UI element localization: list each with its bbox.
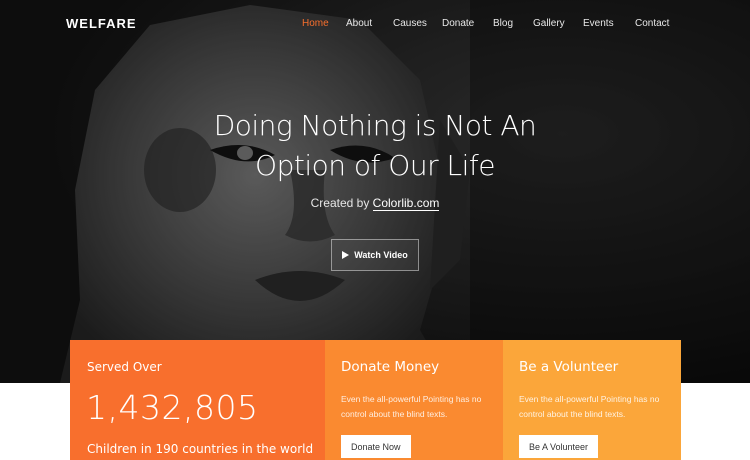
- be-a-volunteer-button[interactable]: Be A Volunteer: [519, 435, 599, 458]
- nav-causes[interactable]: Causes: [393, 18, 442, 29]
- watch-video-button[interactable]: Watch Video: [331, 239, 419, 271]
- hero-subtitle: Created by Colorlib.com: [200, 196, 550, 211]
- watch-video-label: Watch Video: [354, 250, 408, 260]
- stats-footnote: Children in 190 countries in the world: [87, 442, 314, 456]
- hero-title-line-2: Option of Our Life: [255, 149, 495, 182]
- hero-subtitle-prefix: Created by: [310, 196, 373, 210]
- donate-text: Even the all-powerful Pointing has no co…: [341, 394, 482, 419]
- volunteer-title: Be a Volunteer: [519, 359, 619, 375]
- hero-overlay: [0, 0, 750, 383]
- volunteer-text: Even the all-powerful Pointing has no co…: [519, 394, 660, 419]
- stats-card: Served Over 1,432,805 Children in 190 co…: [70, 340, 325, 460]
- nav-gallery[interactable]: Gallery: [533, 18, 583, 29]
- stats-label: Served Over: [87, 360, 162, 374]
- nav-events[interactable]: Events: [583, 18, 635, 29]
- hero-section: WELFARE Home About Causes Donate Blog Ga…: [0, 0, 750, 383]
- donate-now-button[interactable]: Donate Now: [341, 435, 411, 458]
- donate-title: Donate Money: [341, 359, 440, 375]
- nav-blog[interactable]: Blog: [493, 18, 533, 29]
- donate-card: Donate Money Even the all-powerful Point…: [325, 340, 503, 460]
- stats-number: 1,432,805: [86, 388, 259, 427]
- nav-home[interactable]: Home: [302, 18, 346, 29]
- main-nav: Home About Causes Donate Blog Gallery Ev…: [302, 18, 681, 29]
- volunteer-card: Be a Volunteer Even the all-powerful Poi…: [503, 340, 681, 460]
- hero-title-line-1: Doing Nothing is Not An: [213, 109, 537, 142]
- nav-about[interactable]: About: [346, 18, 393, 29]
- play-icon: [342, 251, 350, 259]
- brand-logo[interactable]: WELFARE: [66, 16, 137, 31]
- colorlib-link[interactable]: Colorlib.com: [372, 196, 440, 211]
- nav-donate[interactable]: Donate: [442, 18, 493, 29]
- hero-title: Doing Nothing is Not An Option of Our Li…: [150, 106, 600, 186]
- nav-contact[interactable]: Contact: [635, 18, 681, 29]
